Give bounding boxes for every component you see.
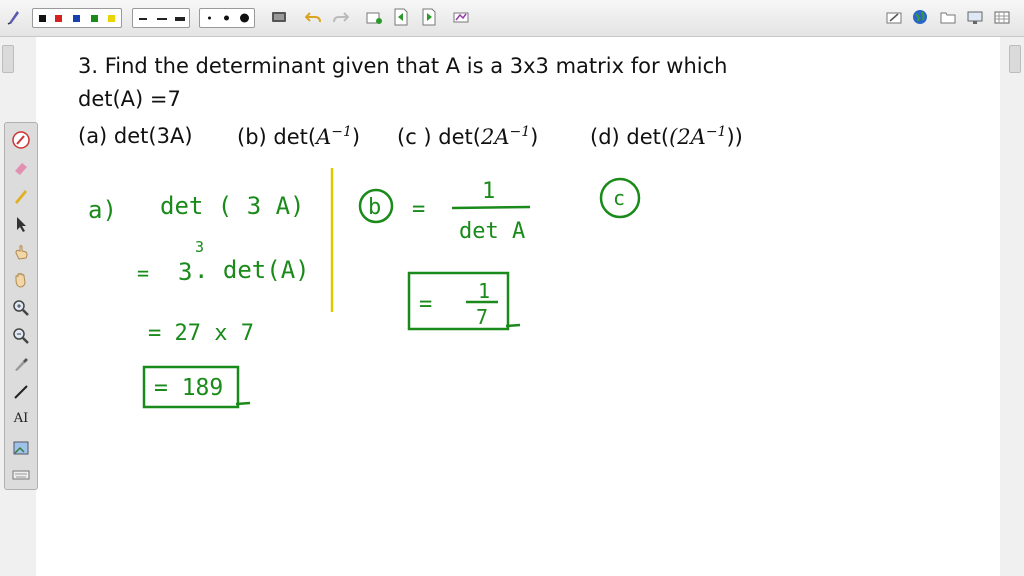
hw-a-line1: det ( 3 A) — [160, 192, 305, 220]
hw-b-answer-eq: = — [419, 292, 432, 317]
text-tool-icon[interactable]: AI — [12, 410, 30, 428]
pen-tool-icon[interactable] — [12, 131, 30, 149]
hw-a-exponent: 3 — [195, 238, 204, 256]
eraser-icon[interactable] — [12, 159, 30, 177]
handwriting-layer: a) det ( 3 A) = 3 3 . det(A) = 27 x 7 = … — [88, 168, 641, 409]
hw-b-box-tail — [505, 323, 521, 328]
hw-a-answer: = 189 — [154, 375, 223, 401]
zoom-in-icon[interactable] — [12, 299, 30, 317]
keyboard-icon[interactable] — [12, 465, 30, 483]
pointer-hand-icon[interactable] — [12, 243, 30, 261]
hw-a-base: 3 — [178, 258, 192, 286]
select-arrow-icon[interactable] — [12, 215, 30, 233]
hw-b-label: b — [368, 195, 381, 220]
hw-b-answer-num: 1 — [478, 279, 490, 303]
hw-b-eq: = — [412, 197, 425, 222]
dropper-icon[interactable] — [12, 355, 30, 373]
hw-b-answer-den: 7 — [476, 305, 488, 329]
pan-hand-icon[interactable] — [12, 271, 30, 289]
hw-b-numerator: 1 — [482, 179, 495, 204]
highlighter-icon[interactable] — [12, 187, 30, 205]
tool-palette: AI — [4, 122, 38, 490]
hw-c-label: c — [613, 186, 625, 210]
hw-a-line2: . det(A) — [194, 256, 310, 284]
hw-a-eq1: = — [137, 261, 149, 285]
hw-a-label: a) — [88, 196, 117, 224]
hw-a-box-tail — [235, 401, 251, 406]
image-tool-icon[interactable] — [12, 439, 30, 457]
hw-a-line3: = 27 x 7 — [148, 321, 254, 346]
hw-b-denominator: det A — [459, 219, 525, 244]
hw-b-fraction-bar — [451, 205, 531, 210]
line-tool-icon[interactable] — [12, 383, 30, 401]
zoom-out-icon[interactable] — [12, 327, 30, 345]
